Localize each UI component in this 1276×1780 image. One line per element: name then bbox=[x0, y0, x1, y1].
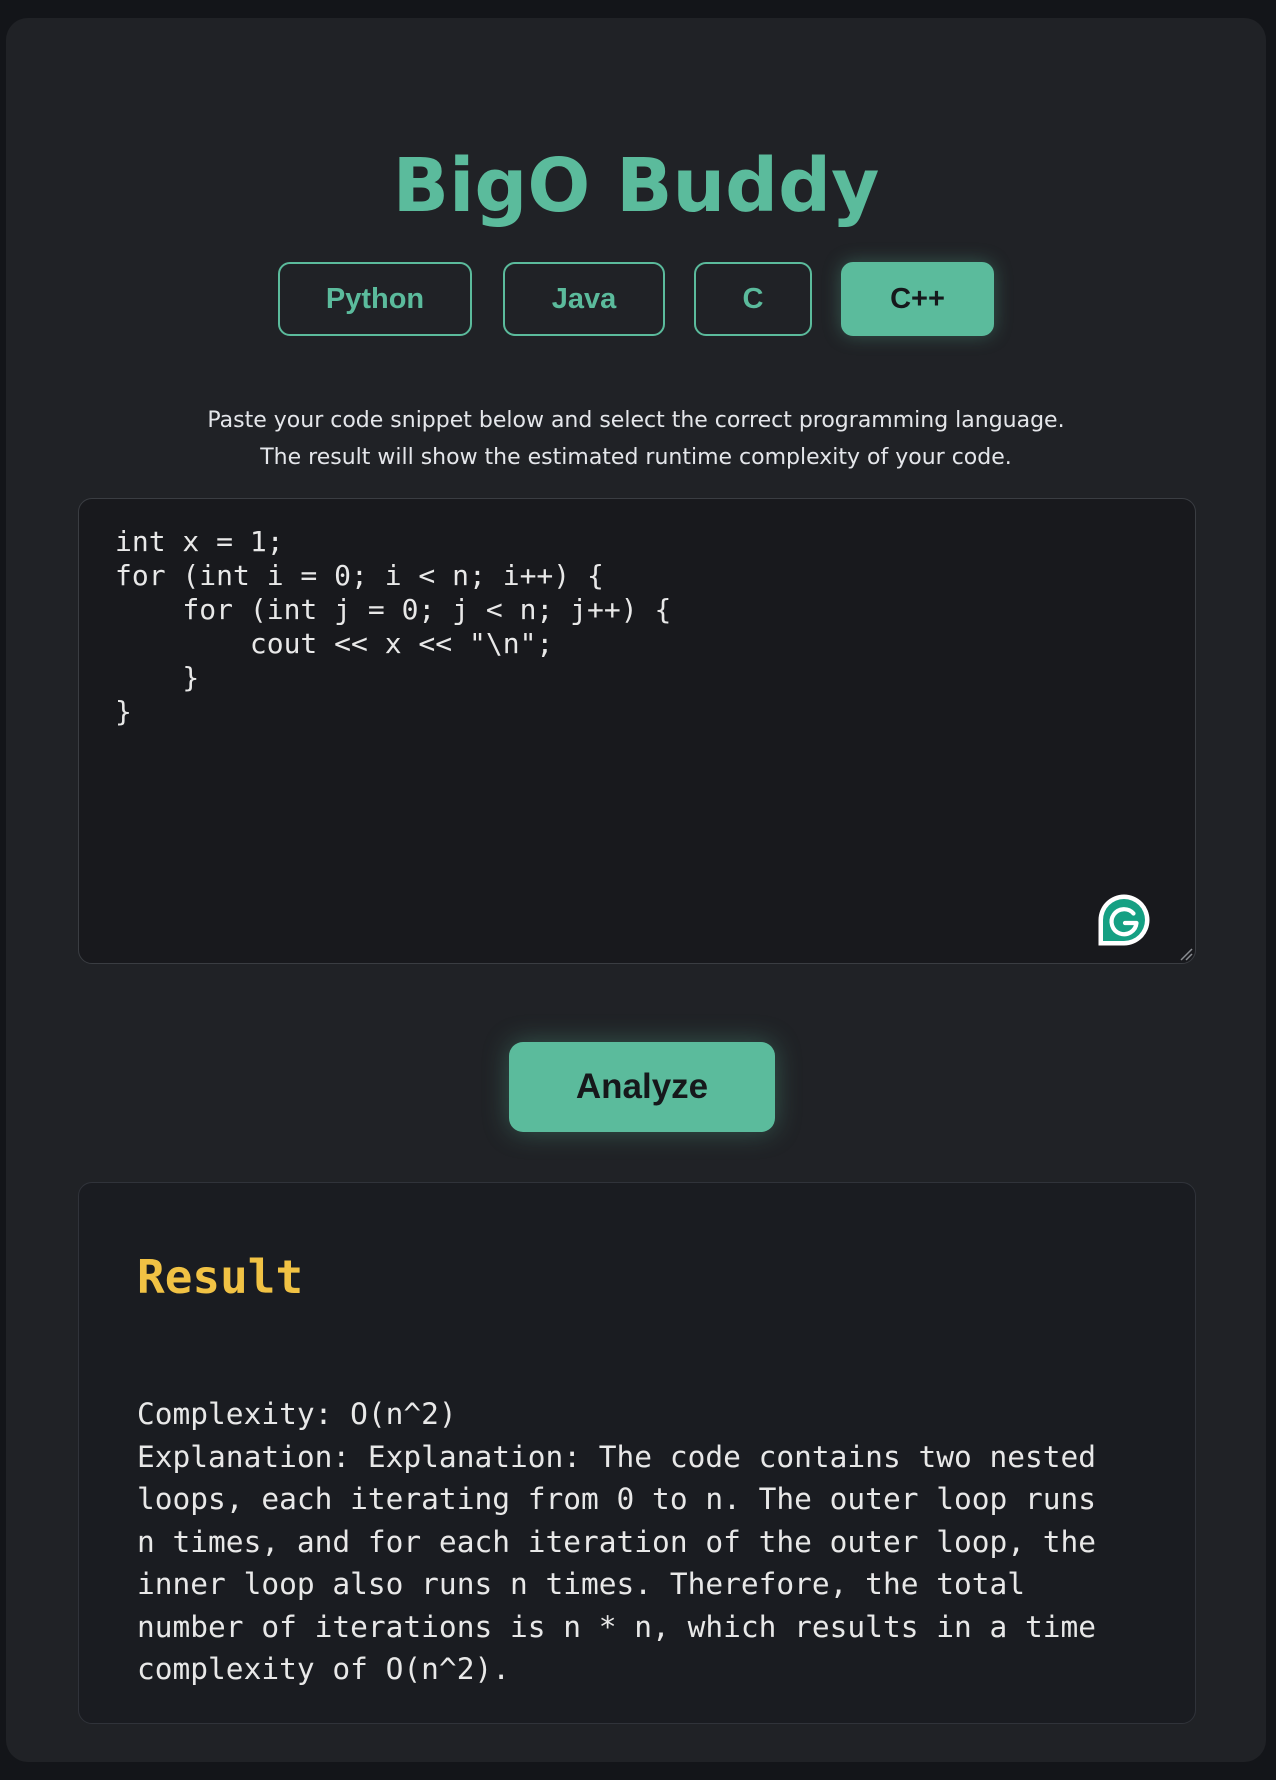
language-button-c[interactable]: C bbox=[694, 262, 812, 336]
language-button-python[interactable]: Python bbox=[278, 262, 472, 336]
code-input[interactable]: int x = 1; for (int i = 0; i < n; i++) {… bbox=[78, 498, 1196, 964]
result-line: loops, each iterating from 0 to n. The o… bbox=[137, 1482, 1097, 1516]
result-line: complexity of O(n^2). bbox=[137, 1652, 510, 1686]
result-text: Complexity: O(n^2) Explanation: Explanat… bbox=[137, 1393, 1137, 1691]
instructions-line-2: The result will show the estimated runti… bbox=[260, 445, 1012, 470]
result-line: Explanation: Explanation: The code conta… bbox=[137, 1439, 1097, 1474]
instructions-text: Paste your code snippet below and select… bbox=[6, 402, 1266, 476]
main-card: BigO Buddy Python Java C C++ Paste your … bbox=[6, 18, 1266, 1762]
result-panel: Result Complexity: O(n^2) Explanation: E… bbox=[78, 1182, 1196, 1724]
language-button-cpp[interactable]: C++ bbox=[841, 262, 994, 336]
result-line: Complexity: O(n^2) bbox=[137, 1397, 457, 1431]
code-input-value[interactable]: int x = 1; for (int i = 0; i < n; i++) {… bbox=[115, 525, 671, 729]
page-title: BigO Buddy bbox=[392, 143, 880, 229]
analyze-button[interactable]: Analyze bbox=[509, 1042, 775, 1132]
result-line: inner loop also runs n times. Therefore,… bbox=[137, 1567, 1026, 1601]
result-line: number of iterations is n * n, which res… bbox=[137, 1609, 1097, 1644]
instructions-line-1: Paste your code snippet below and select… bbox=[207, 408, 1065, 433]
result-heading: Result bbox=[137, 1250, 304, 1304]
result-line: n times, and for each iteration of the o… bbox=[137, 1524, 1097, 1559]
resize-handle-icon[interactable] bbox=[1179, 947, 1193, 961]
language-button-java[interactable]: Java bbox=[503, 262, 665, 336]
grammarly-icon[interactable] bbox=[1097, 893, 1151, 947]
